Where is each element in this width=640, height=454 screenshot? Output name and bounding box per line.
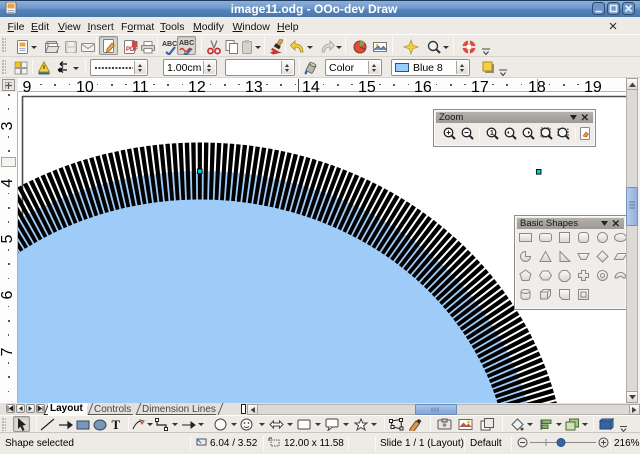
svg-text:1: 1 bbox=[490, 130, 494, 137]
svg-text:ABC: ABC bbox=[179, 40, 194, 47]
svg-text:T: T bbox=[112, 417, 121, 431]
svg-text:PDF: PDF bbox=[126, 47, 138, 53]
